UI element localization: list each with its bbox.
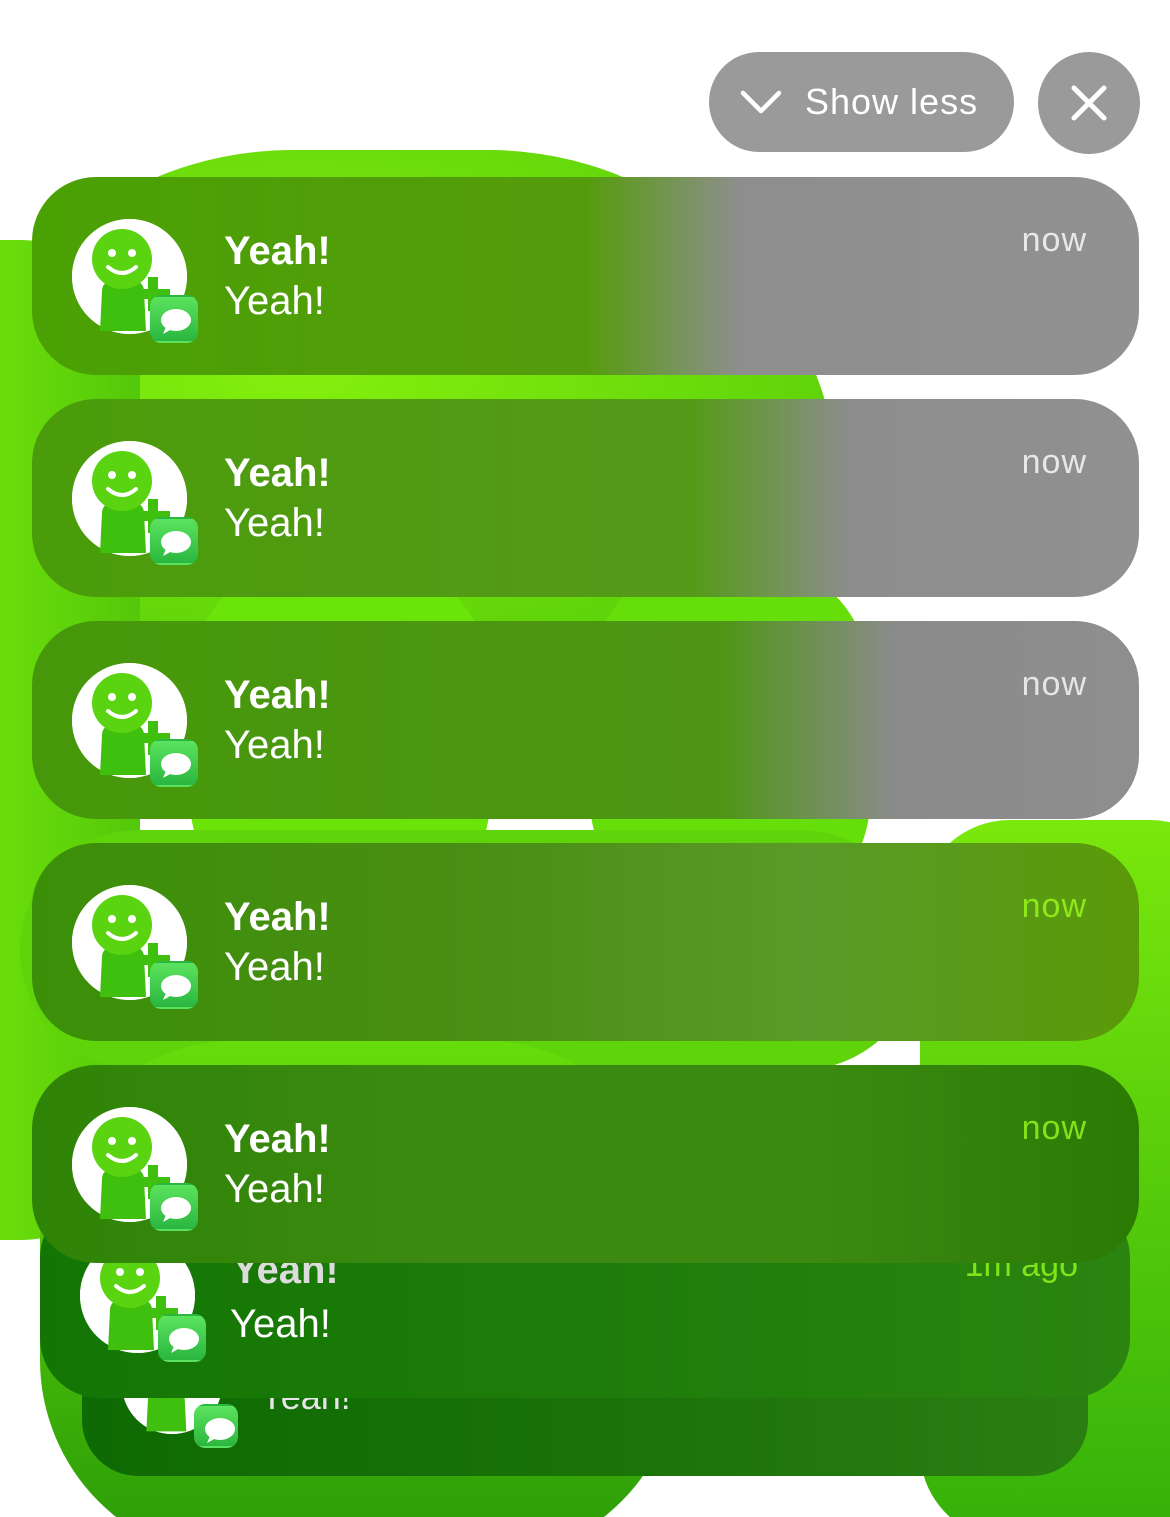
contact-avatar-icon (72, 441, 198, 565)
messages-app-icon (150, 739, 198, 787)
messages-app-icon (150, 295, 198, 343)
chevron-down-icon (740, 90, 782, 114)
notification-time: now (1021, 221, 1087, 259)
notification-body: Yeah! (224, 723, 325, 767)
notification-card[interactable]: Yeah! Yeah! now (32, 621, 1139, 819)
messages-app-icon (194, 1404, 238, 1448)
show-less-button[interactable]: Show less (709, 52, 1014, 152)
notification-title: Yeah! (224, 673, 331, 717)
notification-body: Yeah! (224, 279, 325, 323)
notification-body: Yeah! (230, 1302, 331, 1346)
notification-body: Yeah! (224, 1167, 325, 1211)
notification-title: Yeah! (224, 451, 331, 495)
contact-avatar-icon (72, 663, 198, 787)
notification-title: Yeah! (224, 1117, 331, 1161)
notification-time: now (1021, 1109, 1087, 1147)
close-button[interactable] (1038, 52, 1140, 154)
close-icon (1071, 85, 1107, 121)
contact-avatar-icon (72, 885, 198, 1009)
notification-title: Yeah! (224, 229, 331, 273)
notification-card[interactable]: Yeah! Yeah! now (32, 843, 1139, 1041)
messages-app-icon (150, 1183, 198, 1231)
notification-card[interactable]: Yeah! Yeah! now (32, 1065, 1139, 1263)
notification-body: Yeah! (224, 501, 325, 545)
contact-avatar-icon (72, 1107, 198, 1231)
notification-card[interactable]: Yeah! Yeah! now (32, 399, 1139, 597)
messages-app-icon (150, 517, 198, 565)
messages-app-icon (158, 1314, 206, 1362)
notification-card[interactable]: Yeah! Yeah! now (32, 177, 1139, 375)
notification-title: Yeah! (224, 895, 331, 939)
notification-time: now (1021, 443, 1087, 481)
notification-time: now (1021, 665, 1087, 703)
messages-app-icon (150, 961, 198, 1009)
notification-time: now (1021, 887, 1087, 925)
group-title: Messages (62, 69, 322, 132)
notification-body: Yeah! (224, 945, 325, 989)
show-less-label: Show less (805, 81, 979, 122)
contact-avatar-icon (72, 219, 198, 343)
